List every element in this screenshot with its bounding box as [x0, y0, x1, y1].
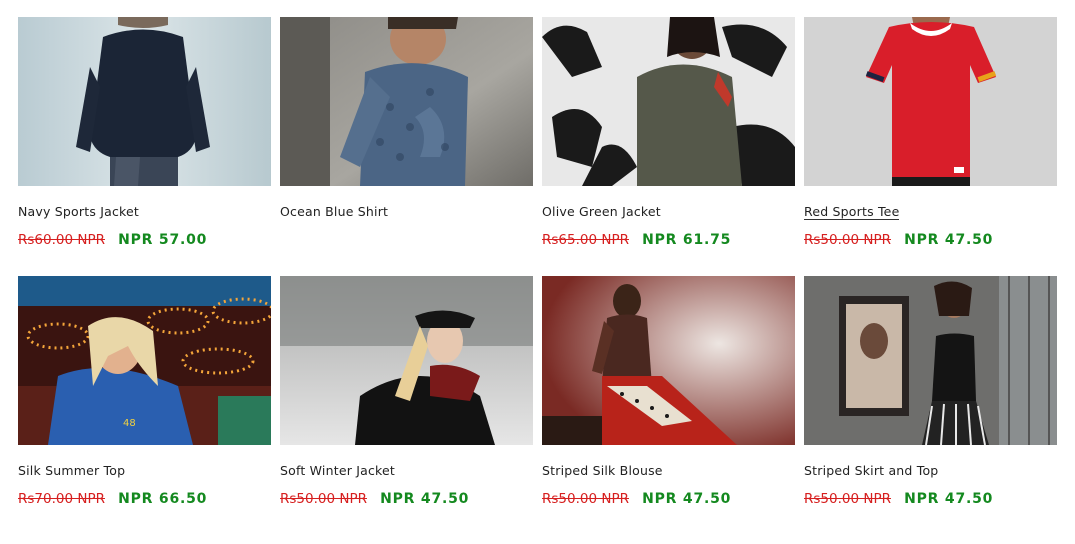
sale-price: NPR 47.50: [904, 491, 994, 507]
product-image[interactable]: [804, 276, 1057, 445]
product-card[interactable]: Ocean Blue Shirt: [280, 17, 533, 276]
product-title[interactable]: Soft Winter Jacket: [280, 463, 533, 479]
product-title[interactable]: Ocean Blue Shirt: [280, 204, 533, 220]
sale-price: NPR 47.50: [904, 232, 994, 248]
sale-price: NPR 47.50: [642, 491, 732, 507]
sale-price: NPR 61.75: [642, 232, 732, 248]
original-price: Rs50.00 NPR: [804, 232, 891, 248]
sale-price: NPR 66.50: [118, 491, 208, 507]
original-price: Rs70.00 NPR: [18, 491, 105, 507]
product-price: Rs70.00 NPR NPR 66.50: [18, 489, 271, 507]
product-title[interactable]: Olive Green Jacket: [542, 204, 795, 220]
original-price: Rs65.00 NPR: [542, 232, 629, 248]
product-card[interactable]: Red Sports Tee Rs50.00 NPR NPR 47.50: [804, 17, 1057, 276]
product-image[interactable]: [804, 17, 1057, 186]
product-price: Rs60.00 NPR NPR 57.00: [18, 230, 271, 248]
product-title[interactable]: Striped Silk Blouse: [542, 463, 795, 479]
product-image[interactable]: [280, 17, 533, 186]
product-card[interactable]: Olive Green Jacket Rs65.00 NPR NPR 61.75: [542, 17, 795, 276]
product-image[interactable]: 48: [18, 276, 271, 445]
product-price: Rs50.00 NPR NPR 47.50: [280, 489, 533, 507]
svg-text:48: 48: [123, 418, 136, 429]
product-title[interactable]: Red Sports Tee: [804, 204, 1057, 220]
product-title[interactable]: Striped Skirt and Top: [804, 463, 1057, 479]
product-price: Rs50.00 NPR NPR 47.50: [804, 489, 1057, 507]
original-price: Rs50.00 NPR: [280, 491, 367, 507]
original-price: Rs60.00 NPR: [18, 232, 105, 248]
product-grid: Navy Sports Jacket Rs60.00 NPR NPR 57.00…: [18, 17, 1057, 535]
product-card[interactable]: Striped Skirt and Top Rs50.00 NPR NPR 47…: [804, 276, 1057, 535]
product-price: [280, 230, 533, 248]
product-price: Rs50.00 NPR NPR 47.50: [804, 230, 1057, 248]
sale-price: NPR 57.00: [118, 232, 208, 248]
original-price: Rs50.00 NPR: [542, 491, 629, 507]
product-title[interactable]: Navy Sports Jacket: [18, 204, 271, 220]
product-image[interactable]: [18, 17, 271, 186]
product-card[interactable]: Striped Silk Blouse Rs50.00 NPR NPR 47.5…: [542, 276, 795, 535]
product-card[interactable]: Navy Sports Jacket Rs60.00 NPR NPR 57.00: [18, 17, 271, 276]
original-price: Rs50.00 NPR: [804, 491, 891, 507]
product-image[interactable]: [542, 17, 795, 186]
sale-price: NPR 47.50: [380, 491, 470, 507]
product-price: Rs65.00 NPR NPR 61.75: [542, 230, 795, 248]
product-price: Rs50.00 NPR NPR 47.50: [542, 489, 795, 507]
product-image[interactable]: [280, 276, 533, 445]
product-card[interactable]: Soft Winter Jacket Rs50.00 NPR NPR 47.50: [280, 276, 533, 535]
product-card[interactable]: 48 Silk Summer Top Rs70.00 NPR NPR 66.50: [18, 276, 271, 535]
product-image[interactable]: [542, 276, 795, 445]
product-title[interactable]: Silk Summer Top: [18, 463, 271, 479]
